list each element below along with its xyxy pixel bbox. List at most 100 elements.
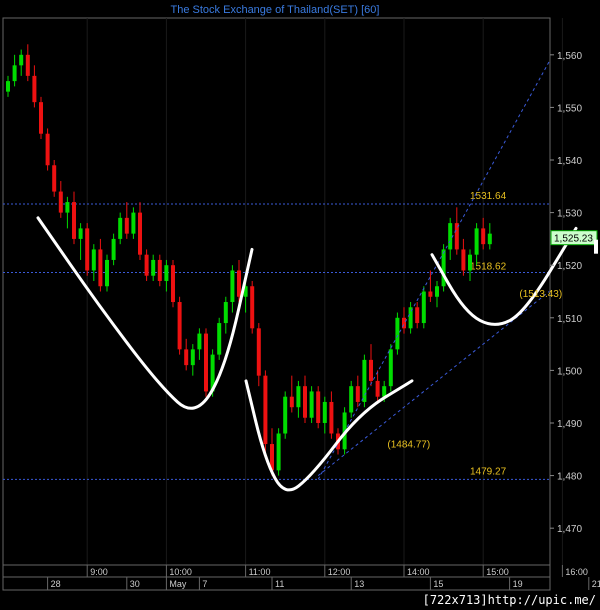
time-label: 11:00	[249, 567, 271, 577]
annotation-label: (1484.77)	[387, 439, 430, 450]
candle-body	[441, 249, 446, 287]
price-cursor-marker	[594, 239, 598, 254]
candle-body	[322, 401, 327, 423]
date-label: May	[169, 579, 187, 589]
candle-body	[6, 81, 10, 92]
candle-body	[448, 223, 453, 250]
candle-body	[118, 217, 123, 239]
candle-body	[382, 386, 387, 397]
candle-body	[144, 254, 149, 276]
candle-body	[329, 401, 334, 434]
y-tick-label: 1,500	[557, 366, 582, 377]
candle-body	[296, 386, 301, 408]
date-label: 19	[513, 579, 523, 589]
candle-body	[39, 102, 43, 134]
candle-body	[98, 249, 103, 287]
y-tick-label: 1,480	[557, 472, 582, 483]
candle-body	[388, 349, 393, 387]
chart-background	[0, 0, 600, 610]
candle-body	[151, 259, 156, 276]
candle-body	[204, 333, 208, 392]
candle-body	[85, 228, 90, 271]
candle-body	[316, 391, 321, 423]
candle-body	[428, 291, 433, 297]
candle-body	[481, 228, 486, 245]
time-label: 14:00	[407, 567, 430, 577]
candle-body	[138, 212, 142, 255]
time-label: 10:00	[169, 567, 192, 577]
level-label: 1518.62	[470, 261, 507, 272]
candle-body	[237, 270, 241, 297]
y-tick-label: 1,530	[557, 209, 582, 220]
candle-body	[263, 375, 268, 445]
candle-body	[25, 54, 30, 76]
date-label: 11	[275, 579, 284, 589]
candle-body	[375, 380, 380, 397]
candle-body	[164, 265, 169, 281]
candle-body	[190, 349, 195, 366]
chart-title: The Stock Exchange of Thailand(SET) [60]	[171, 4, 380, 16]
candle-body	[111, 238, 116, 260]
candle-body	[72, 202, 76, 239]
candle-body	[276, 433, 281, 471]
candle-body	[256, 328, 261, 376]
candle-body	[124, 217, 129, 234]
date-label: 13	[354, 579, 364, 589]
candle-body	[171, 265, 175, 303]
watermark: [722x713]http://upic.me/	[423, 593, 596, 607]
candle-body	[58, 191, 63, 213]
y-tick-label: 1,520	[557, 261, 582, 272]
candle-body	[362, 359, 367, 402]
candle-body	[303, 386, 307, 418]
date-label: 30	[130, 579, 140, 589]
time-row	[2, 564, 551, 578]
candle-body	[349, 386, 354, 413]
time-label: 15:00	[486, 567, 509, 577]
candle-body	[184, 349, 189, 366]
date-label: 21	[592, 579, 600, 589]
candle-body	[474, 228, 479, 255]
candle-body	[197, 333, 202, 350]
candle-body	[217, 323, 222, 355]
annotation-label: (1513.43)	[519, 289, 562, 300]
y-tick-label: 1,550	[557, 103, 582, 114]
candle-body	[289, 396, 294, 408]
date-label: 15	[433, 579, 443, 589]
date-label: 7	[202, 579, 207, 589]
candle-body	[52, 165, 57, 192]
candle-body	[19, 54, 24, 66]
candle-body	[395, 317, 400, 350]
y-tick-label: 1,490	[557, 419, 582, 430]
candle-body	[157, 259, 162, 281]
candle-body	[12, 65, 17, 82]
candle-body	[435, 286, 439, 297]
y-tick-label: 1,560	[557, 51, 582, 62]
candle-body	[32, 75, 37, 103]
candle-body	[230, 270, 235, 303]
time-label: 12:00	[328, 567, 351, 577]
time-axis: 9:00 10:00 11:00 12:00 14:00 15:00 16:00 28 30 Ma…	[2, 564, 600, 591]
candle-body	[91, 249, 96, 271]
y-tick-label: 1,510	[557, 314, 582, 325]
level-label: 1531.64	[470, 191, 507, 202]
candle-body	[105, 259, 109, 287]
last-price-value: 1,525.23	[554, 234, 593, 245]
level-label: 1479.27	[470, 466, 507, 477]
candle-body	[487, 233, 492, 245]
date-label: 28	[51, 579, 61, 589]
stock-chart: The Stock Exchange of Thailand(SET) [60]…	[0, 0, 600, 610]
candle-body	[309, 391, 314, 418]
time-label: 9:00	[90, 567, 108, 577]
candle-body	[283, 396, 288, 434]
candle-body	[461, 249, 466, 271]
candle-body	[45, 133, 50, 166]
candle-body	[369, 359, 373, 381]
candle-body	[468, 254, 472, 271]
y-tick-label: 1,470	[557, 524, 582, 535]
candle-body	[421, 291, 426, 324]
candle-body	[131, 212, 136, 234]
time-label: 16:00	[565, 567, 588, 577]
candle-body	[355, 386, 360, 402]
candle-body	[223, 302, 228, 324]
candle-body	[65, 202, 70, 213]
